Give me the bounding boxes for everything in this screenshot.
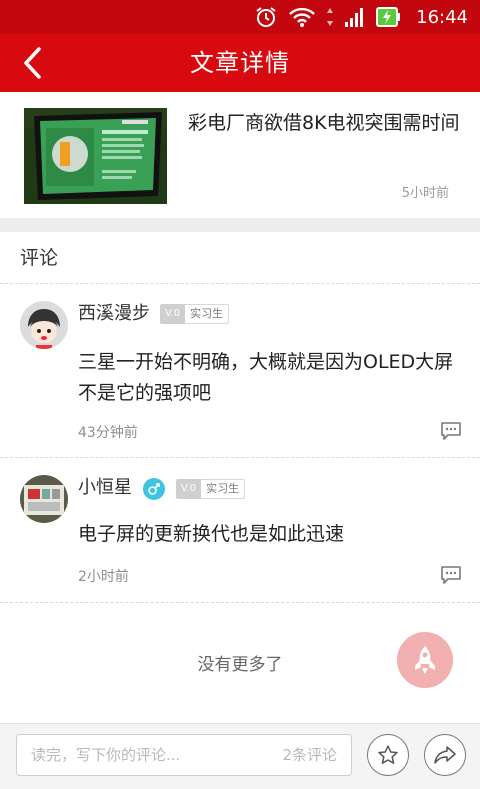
- share-icon: [434, 746, 456, 764]
- comment-item: 西溪漫步 V.0 实习生 三星一开始不明确，大概就是因为OLED大屏不是它的强项…: [0, 285, 480, 458]
- article-time: 5小时前: [401, 186, 449, 201]
- avatar[interactable]: [20, 301, 68, 349]
- comment-text: 电子屏的更新换代也是如此迅速: [78, 523, 345, 545]
- article-thumbnail[interactable]: [24, 108, 167, 204]
- comment-input[interactable]: 读完，写下你的评论... 2条评论: [16, 734, 352, 776]
- comment-time: 2小时前: [78, 569, 129, 585]
- bottom-bar: 读完，写下你的评论... 2条评论: [0, 723, 480, 789]
- alarm-icon: [256, 7, 276, 27]
- share-button[interactable]: [424, 734, 466, 776]
- status-bar: 16:44: [0, 0, 480, 34]
- star-icon: [378, 745, 398, 764]
- status-time: 16:44: [416, 6, 468, 28]
- signal-icon: [345, 8, 364, 27]
- level-badge: V.0: [160, 304, 186, 324]
- page-title: 文章详情: [190, 49, 290, 77]
- rank-badge: 实习生: [185, 304, 230, 324]
- comment-time: 43分钟前: [78, 425, 138, 441]
- title-bar: 文章详情: [0, 34, 480, 92]
- male-gender-icon: [143, 478, 165, 500]
- comment-text: 三星一开始不明确，大概就是因为OLED大屏不是它的强项吧: [78, 351, 454, 404]
- section-divider: [0, 218, 480, 232]
- reply-icon[interactable]: [440, 421, 462, 441]
- reply-icon[interactable]: [440, 565, 462, 585]
- user-badges: V.0 实习生: [160, 304, 230, 324]
- article-headline[interactable]: 彩电厂商欲借8K电视突围需时间: [188, 108, 468, 139]
- battery-charging-icon: [376, 7, 401, 27]
- rocket-icon: [415, 646, 435, 674]
- comments-section-title: 评论: [0, 232, 480, 284]
- comment-input-placeholder[interactable]: 读完，写下你的评论...: [31, 735, 180, 775]
- favorite-button[interactable]: [367, 734, 409, 776]
- scroll-to-top-button[interactable]: [397, 632, 453, 688]
- data-arrows-icon: [327, 8, 334, 26]
- article-card[interactable]: 彩电厂商欲借8K电视突围需时间 5小时前: [0, 92, 480, 218]
- rank-badge: 实习生: [201, 479, 246, 499]
- level-badge: V.0: [176, 479, 202, 499]
- avatar[interactable]: [20, 475, 68, 523]
- comment-username[interactable]: 西溪漫步: [78, 301, 150, 327]
- wifi-icon: [289, 7, 315, 27]
- comment-item: 小恒星 V.0 实习生 电子屏的更新换代也是如此迅速 2小时前: [0, 459, 480, 603]
- comment-username[interactable]: 小恒星: [78, 475, 132, 501]
- user-badges: V.0 实习生: [143, 478, 246, 500]
- comment-count[interactable]: 2条评论: [282, 735, 337, 775]
